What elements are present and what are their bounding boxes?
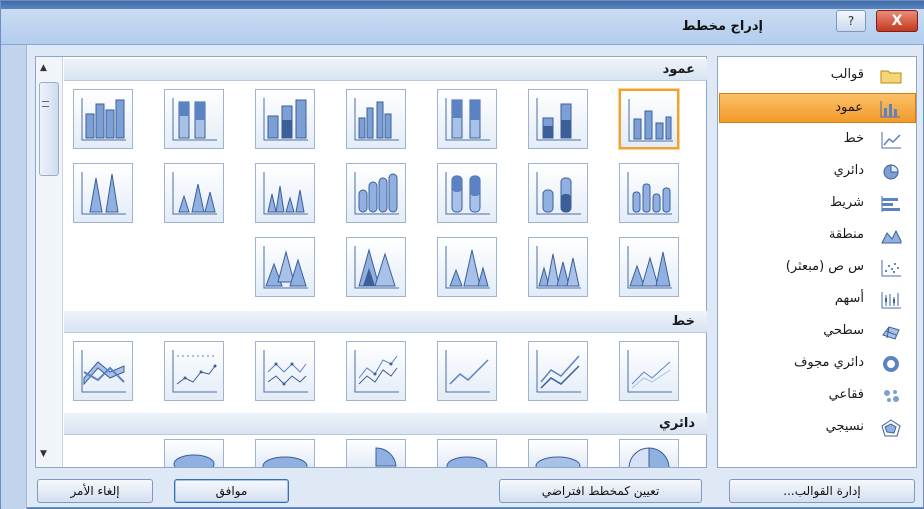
sidebar-item-label: دائري [833,163,864,178]
scroll-up-arrow-icon[interactable]: ▲ [40,63,47,73]
chart-subtype-tile[interactable] [255,163,315,223]
sidebar-item-label: عمود [835,100,863,115]
chart-subtype-tile[interactable] [619,237,679,297]
sidebar-item-area[interactable]: منطقة [719,221,916,251]
chart-subtype-tile[interactable] [73,89,133,149]
sidebar-item-label: نسيجي [825,419,864,434]
gallery-scrollbar[interactable]: ▲ ▼ [36,57,63,467]
sidebar-item-label: أسهم [834,291,864,306]
sidebar-item-surface[interactable]: سطحي [719,317,916,347]
sidebar-item-bar[interactable]: شريط [719,189,916,219]
chart-subtype-gallery: ▲ ▼ عمود خط دائري [35,56,707,468]
chart-subtype-tile[interactable] [528,163,588,223]
sidebar-item-label: خط [843,131,864,146]
section-header-line: خط [64,311,707,333]
chart-subtype-tile[interactable] [528,439,588,467]
close-button[interactable]: X [876,10,918,32]
column-chart-icon [879,100,901,118]
sidebar-item-radar[interactable]: نسيجي [719,413,916,443]
chart-subtype-tile[interactable] [619,163,679,223]
surface-chart-icon [880,323,902,341]
section-header-pie: دائري [64,413,707,435]
sidebar-item-label: دائري مجوف [793,355,864,370]
sidebar-item-stock[interactable]: أسهم [719,285,916,315]
bar-chart-icon [880,195,902,213]
stock-chart-icon [880,291,902,309]
scatter-chart-icon [880,259,902,277]
sidebar-item-column[interactable]: عمود [719,93,916,123]
scrollbar-grip-icon [42,101,49,107]
radar-chart-icon [880,419,902,437]
doughnut-chart-icon [880,355,902,373]
area-chart-icon [880,227,902,245]
chart-subtype-tile[interactable] [346,439,406,467]
scrollbar-thumb[interactable] [39,82,59,176]
chart-subtype-tile-selected[interactable] [619,89,679,149]
chart-subtype-tile[interactable] [528,341,588,401]
sidebar-item-pie[interactable]: دائري [719,157,916,187]
sidebar-item-scatter[interactable]: س ص (مبعثر) [719,253,916,283]
set-default-chart-button[interactable]: تعيين كمخطط افتراضي [499,479,702,503]
chart-subtype-tile[interactable] [164,89,224,149]
chart-subtype-tile[interactable] [73,163,133,223]
sidebar-item-bubble[interactable]: فقاعي [719,381,916,411]
chart-subtype-tile[interactable] [437,237,497,297]
sidebar-item-label: سطحي [823,323,864,338]
chart-subtype-tile[interactable] [255,89,315,149]
title-bar-strip [1,1,924,9]
chart-subtype-tile[interactable] [164,439,224,467]
sidebar-item-label: منطقة [828,227,864,242]
help-button[interactable]: ? [836,10,866,32]
chart-subtype-tile[interactable] [255,341,315,401]
chart-subtype-tile[interactable] [164,341,224,401]
chart-subtype-tile[interactable] [164,163,224,223]
bubble-chart-icon [880,387,902,405]
sidebar-item-label: قوالب [830,67,864,82]
chart-type-list: قوالب عمود خط دائري شريط منطقة س ص (مبعث… [717,56,917,468]
sidebar-item-doughnut[interactable]: دائري مجوف [719,349,916,379]
chart-subtype-tile[interactable] [346,89,406,149]
line-chart-icon [880,131,902,149]
chart-subtype-tile[interactable] [528,89,588,149]
folder-icon [880,67,902,85]
ok-button[interactable]: موافق [174,479,289,503]
chart-subtype-tile[interactable] [619,341,679,401]
sidebar-item-line[interactable]: خط [719,125,916,155]
sidebar-item-label: شريط [829,195,864,210]
cancel-button[interactable]: إلغاء الأمر [37,479,153,503]
section-header-column: عمود [64,59,707,81]
background-window-strip [1,45,27,509]
manage-templates-button[interactable]: إدارة القوالب... [729,479,915,503]
insert-chart-dialog: إدراج مخطط ? X قوالب عمود خط دائري شريط … [0,0,924,509]
chart-subtype-tile[interactable] [346,163,406,223]
chart-subtype-tile[interactable] [437,341,497,401]
chart-subtype-tile[interactable] [528,237,588,297]
dialog-title: إدراج مخطط [682,19,763,34]
pie-chart-icon [880,163,902,181]
chart-subtype-tile[interactable] [437,439,497,467]
chart-subtype-tile[interactable] [346,237,406,297]
sidebar-item-label: س ص (مبعثر) [785,259,864,274]
scroll-down-arrow-icon[interactable]: ▼ [40,449,47,459]
chart-subtype-tile[interactable] [255,439,315,467]
chart-subtype-tile[interactable] [73,341,133,401]
sidebar-item-label: فقاعي [828,387,864,402]
chart-subtype-tile[interactable] [437,89,497,149]
title-bar: إدراج مخطط ? X [1,1,924,45]
sidebar-item-templates[interactable]: قوالب [719,61,916,91]
chart-subtype-tile[interactable] [255,237,315,297]
chart-subtype-tile[interactable] [346,341,406,401]
chart-subtype-tile[interactable] [619,439,679,467]
chart-subtype-tile[interactable] [437,163,497,223]
